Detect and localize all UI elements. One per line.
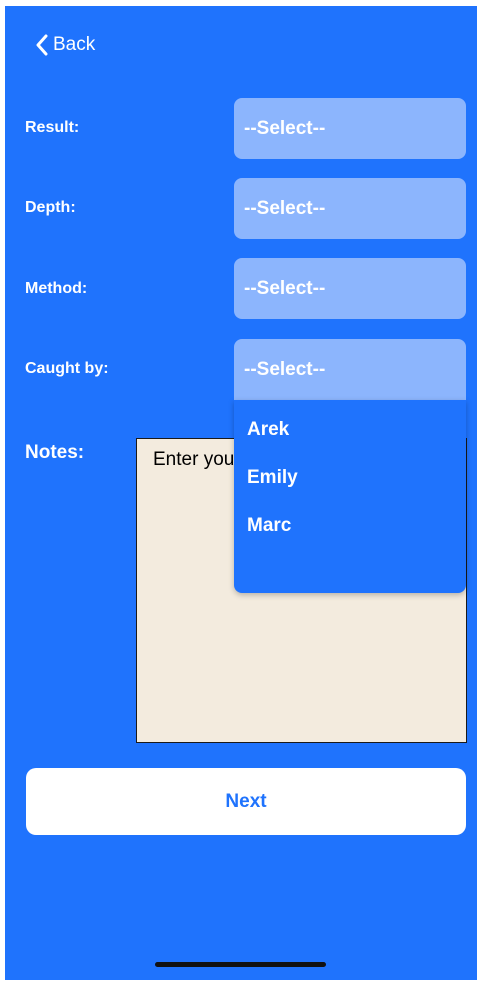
method-select[interactable]: --Select--	[234, 258, 466, 319]
method-label: Method:	[25, 280, 88, 297]
home-indicator	[155, 962, 326, 967]
result-label: Result:	[25, 119, 80, 136]
back-button[interactable]: Back	[35, 34, 95, 56]
depth-select[interactable]: --Select--	[234, 178, 466, 239]
result-select[interactable]: --Select--	[234, 98, 466, 159]
option-marc[interactable]: Marc	[234, 502, 466, 550]
option-arek[interactable]: Arek	[234, 406, 466, 454]
screen: Back Result: --Select-- Depth: --Select-…	[5, 6, 477, 980]
caught-by-select[interactable]: --Select--	[234, 339, 466, 400]
depth-label: Depth:	[25, 199, 76, 216]
caught-by-dropdown: Arek Emily Marc	[234, 400, 466, 593]
option-emily[interactable]: Emily	[234, 454, 466, 502]
caught-by-label: Caught by:	[25, 360, 109, 377]
next-button[interactable]: Next	[26, 768, 466, 835]
chevron-left-icon	[35, 34, 53, 56]
back-label: Back	[53, 34, 96, 55]
notes-label: Notes:	[25, 442, 85, 463]
